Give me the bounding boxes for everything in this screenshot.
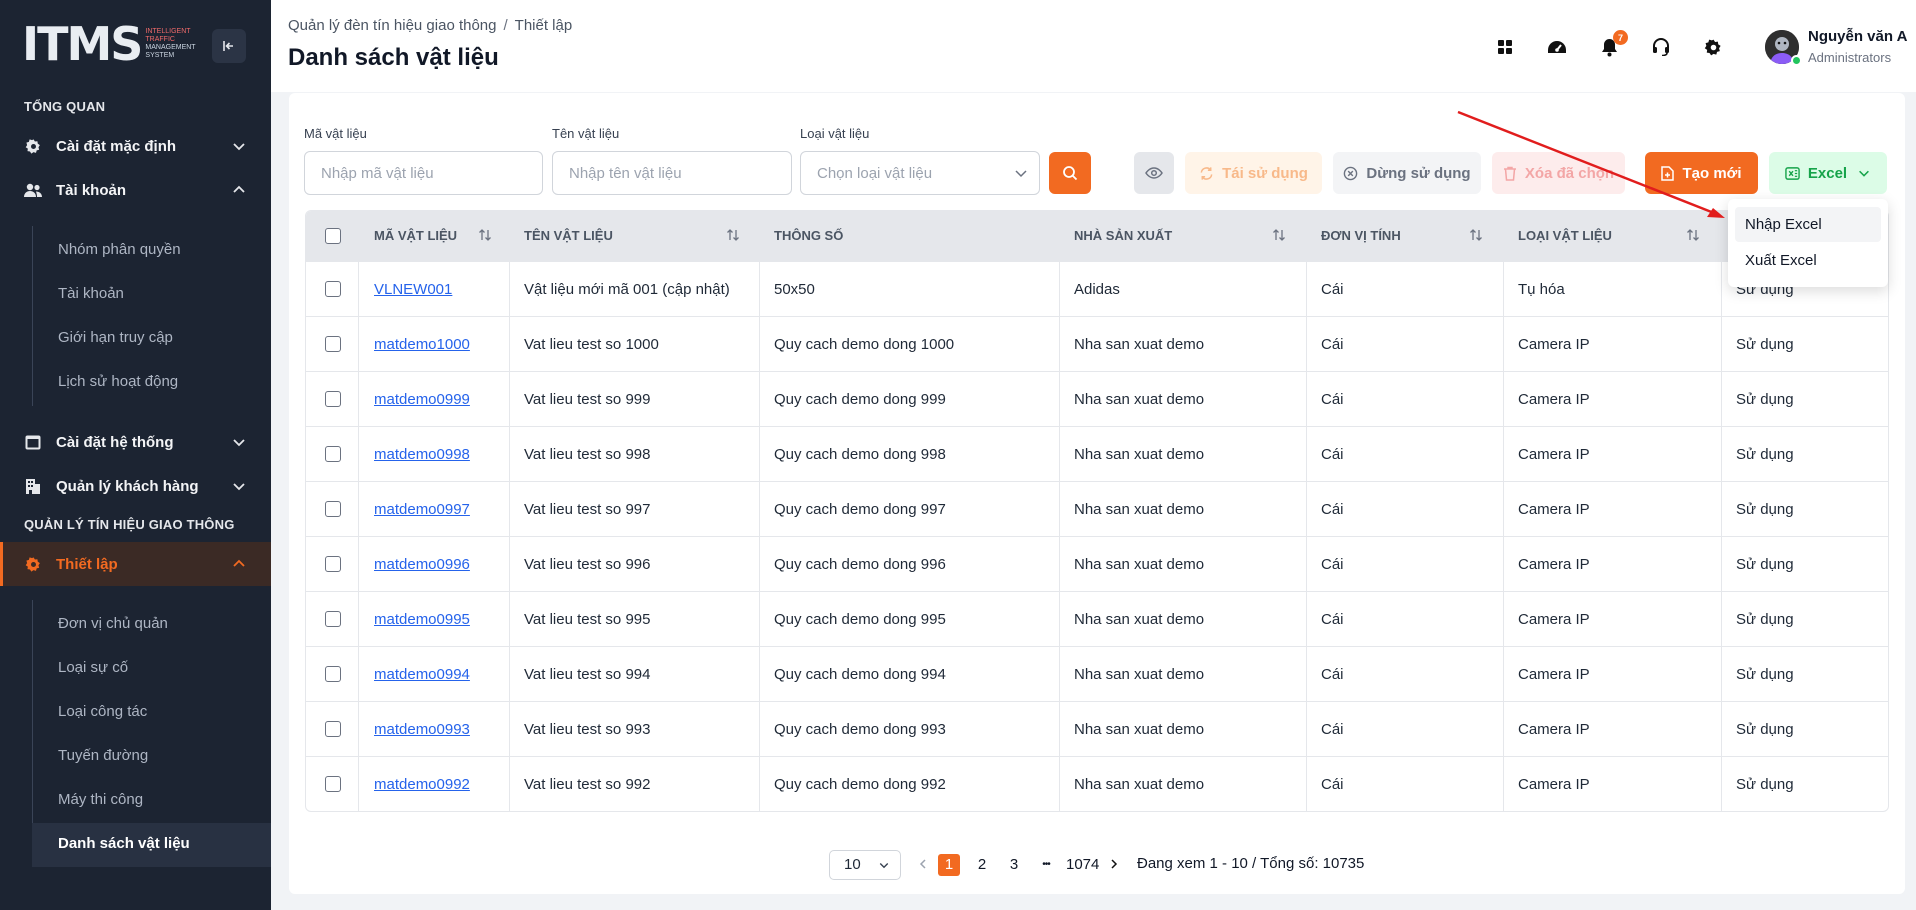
prev-page-button[interactable] [912, 854, 934, 876]
chevron-down-icon [879, 863, 889, 869]
page-1-button[interactable]: 1 [938, 854, 960, 876]
chevron-right-icon [1111, 859, 1118, 869]
page-3-button[interactable]: 3 [1003, 854, 1025, 876]
page-size-select[interactable]: 10 [829, 850, 901, 880]
next-page-button[interactable] [1103, 854, 1125, 876]
chevron-left-icon [919, 859, 926, 869]
page-size-value: 10 [844, 856, 861, 873]
annotation-arrow [1457, 110, 1725, 218]
pagination-info: Đang xem 1 - 10 / Tổng số: 10735 [1137, 855, 1365, 872]
page-2-button[interactable]: 2 [971, 854, 993, 876]
last-page-button[interactable]: 1074 [1066, 854, 1099, 876]
page-ellipsis[interactable]: ••• [1035, 854, 1057, 876]
